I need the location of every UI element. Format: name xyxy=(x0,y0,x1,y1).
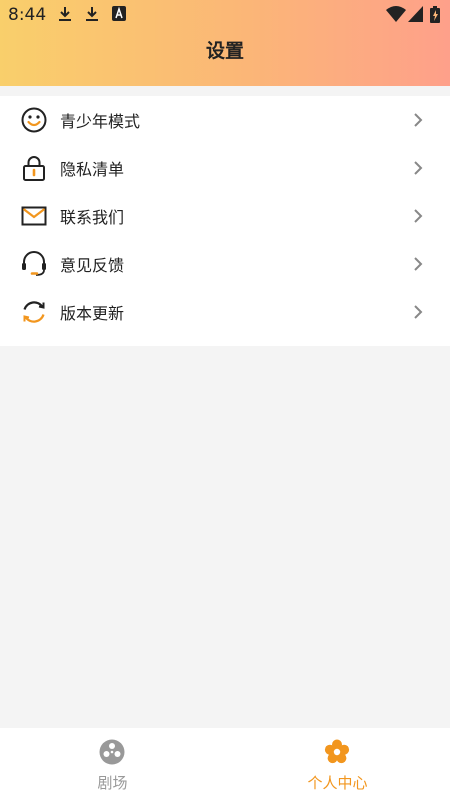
status-time: 8:44 xyxy=(8,5,47,25)
header-bar: 8:44 设置 xyxy=(0,0,450,86)
mail-icon xyxy=(21,206,47,226)
tab-label: 个人中心 xyxy=(307,774,368,792)
settings-item-label: 联系我们 xyxy=(60,208,125,227)
refresh-icon xyxy=(23,301,45,323)
chevron-right-icon xyxy=(414,209,423,223)
tab-theater[interactable]: 剧场 xyxy=(0,728,225,800)
settings-item-label: 意见反馈 xyxy=(60,256,125,275)
download-icon xyxy=(86,7,98,21)
bottom-tab-bar: 剧场 个人中心 xyxy=(0,728,450,800)
settings-item-feedback[interactable]: 意见反馈 xyxy=(0,240,450,288)
lock-icon xyxy=(23,156,45,181)
settings-item-label: 版本更新 xyxy=(60,304,125,323)
app-notification-icon xyxy=(112,6,126,21)
chevron-right-icon xyxy=(414,161,423,175)
settings-item-label: 隐私清单 xyxy=(60,160,125,179)
flower-icon xyxy=(324,739,350,764)
chevron-right-icon xyxy=(414,257,423,271)
battery-icon xyxy=(430,6,440,23)
chevron-right-icon xyxy=(414,113,423,127)
settings-item-version-update[interactable]: 版本更新 xyxy=(0,288,450,336)
page-title: 设置 xyxy=(205,40,244,62)
wifi-icon xyxy=(386,6,406,22)
chevron-right-icon xyxy=(414,305,423,319)
headset-icon xyxy=(22,251,46,276)
tab-label: 剧场 xyxy=(97,774,128,792)
smiley-icon xyxy=(21,107,47,133)
tab-profile[interactable]: 个人中心 xyxy=(225,728,450,800)
settings-item-teen-mode[interactable]: 青少年模式 xyxy=(0,96,450,144)
status-bar: 8:44 xyxy=(0,0,450,30)
download-icon xyxy=(59,7,71,21)
settings-list: 青少年模式 隐私清单 联系我们 意见反馈 版本更新 xyxy=(0,96,450,346)
settings-item-contact-us[interactable]: 联系我们 xyxy=(0,192,450,240)
settings-item-label: 青少年模式 xyxy=(60,112,141,131)
settings-item-privacy-list[interactable]: 隐私清单 xyxy=(0,144,450,192)
film-reel-icon xyxy=(99,739,125,765)
signal-icon xyxy=(408,6,423,22)
